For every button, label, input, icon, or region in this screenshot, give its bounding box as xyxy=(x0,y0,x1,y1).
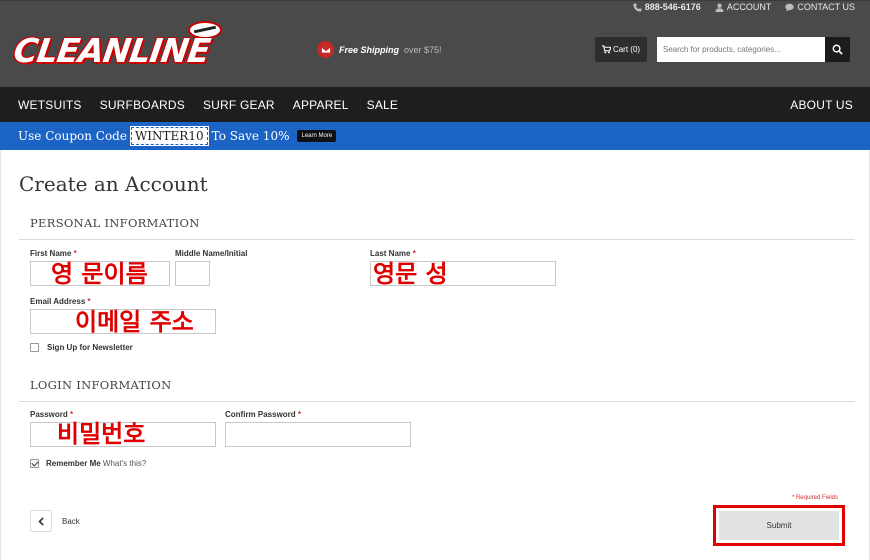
search-button[interactable] xyxy=(825,37,850,62)
login-info-heading: LOGIN INFORMATION xyxy=(30,378,172,392)
nav-apparel[interactable]: APPAREL xyxy=(293,98,349,112)
annotation-last-name: 영문 성 xyxy=(373,260,448,288)
cart-label: Cart (0) xyxy=(612,45,641,54)
learn-more-button[interactable]: Learn More xyxy=(297,130,337,142)
confirm-password-input[interactable] xyxy=(225,422,411,447)
nav-wetsuits[interactable]: WETSUITS xyxy=(18,98,82,112)
personal-divider xyxy=(19,239,855,240)
search-box xyxy=(657,37,850,62)
back-link[interactable]: Back xyxy=(30,510,80,532)
confirm-password-label-text: Confirm Password xyxy=(225,410,296,419)
search-icon xyxy=(832,44,843,55)
contact-link[interactable]: CONTACT US xyxy=(785,1,855,13)
page-title: Create an Account xyxy=(19,172,208,196)
free-shipping-banner: Free Shipping over $75! xyxy=(317,41,442,58)
newsletter-label: Sign Up for Newsletter xyxy=(47,343,133,352)
shipping-sub: over $75! xyxy=(404,44,442,55)
create-account-page: Create an Account PERSONAL INFORMATION F… xyxy=(0,150,870,560)
annotation-email: 이메일 주소 xyxy=(75,308,194,336)
chevron-left-icon xyxy=(37,516,44,526)
coupon-prefix: Use Coupon Code xyxy=(18,129,127,143)
remember-me-label: Remember Me xyxy=(46,459,101,468)
chat-bubble-icon xyxy=(785,3,795,12)
back-button[interactable] xyxy=(30,510,52,532)
contact-label: CONTACT US xyxy=(797,2,855,12)
envelope-icon xyxy=(317,41,334,58)
search-input[interactable] xyxy=(657,37,825,62)
phone-link[interactable]: 888-546-6176 xyxy=(633,1,701,13)
back-label: Back xyxy=(62,516,80,526)
remember-me-row: Remember Me What's this? xyxy=(46,459,146,468)
user-icon xyxy=(715,3,724,12)
required-marker: * xyxy=(297,410,302,419)
annotation-password: 비밀번호 xyxy=(57,420,146,448)
phone-number: 888-546-6176 xyxy=(644,2,701,12)
nav-sale[interactable]: SALE xyxy=(367,98,399,112)
cart-button[interactable]: Cart (0) xyxy=(595,37,647,62)
nav-surfboards[interactable]: SURFBOARDS xyxy=(100,98,185,112)
remember-me-checkbox[interactable] xyxy=(30,459,39,468)
newsletter-checkbox[interactable] xyxy=(30,343,39,352)
submit-highlight-box: Submit xyxy=(713,505,845,546)
middle-name-label: Middle Name/Initial xyxy=(175,249,248,258)
login-divider xyxy=(19,401,855,402)
account-link[interactable]: ACCOUNT xyxy=(715,1,772,13)
required-fields-note: * Required Fields xyxy=(791,495,838,501)
coupon-code: WINTER10 xyxy=(129,126,209,146)
coupon-suffix: To Save 10% xyxy=(211,129,290,143)
logo-text: CLEANLINE xyxy=(11,31,213,70)
phone-icon xyxy=(633,2,642,12)
nav-about-us[interactable]: ABOUT US xyxy=(790,98,853,112)
account-label: ACCOUNT xyxy=(726,2,772,12)
submit-button[interactable]: Submit xyxy=(719,511,839,540)
cart-icon xyxy=(601,45,611,54)
middle-name-input[interactable] xyxy=(175,261,210,286)
main-nav: WETSUITS SURFBOARDS SURF GEAR APPAREL SA… xyxy=(0,87,870,122)
annotation-first-name: 영 문이름 xyxy=(51,260,148,288)
personal-info-heading: PERSONAL INFORMATION xyxy=(30,216,200,230)
nav-surf-gear[interactable]: SURF GEAR xyxy=(203,98,275,112)
shipping-strong: Free Shipping xyxy=(339,44,400,55)
confirm-password-label: Confirm Password * xyxy=(225,410,301,419)
site-header: 888-546-6176 ACCOUNT CONTACT US CLEANLIN… xyxy=(0,0,870,87)
utility-bar: 888-546-6176 ACCOUNT CONTACT US xyxy=(633,1,855,13)
cleanline-logo[interactable]: CLEANLINE xyxy=(11,21,257,73)
coupon-banner: Use Coupon Code WINTER10 To Save 10% Lea… xyxy=(0,122,870,150)
whats-this-link[interactable]: What's this? xyxy=(103,459,146,468)
